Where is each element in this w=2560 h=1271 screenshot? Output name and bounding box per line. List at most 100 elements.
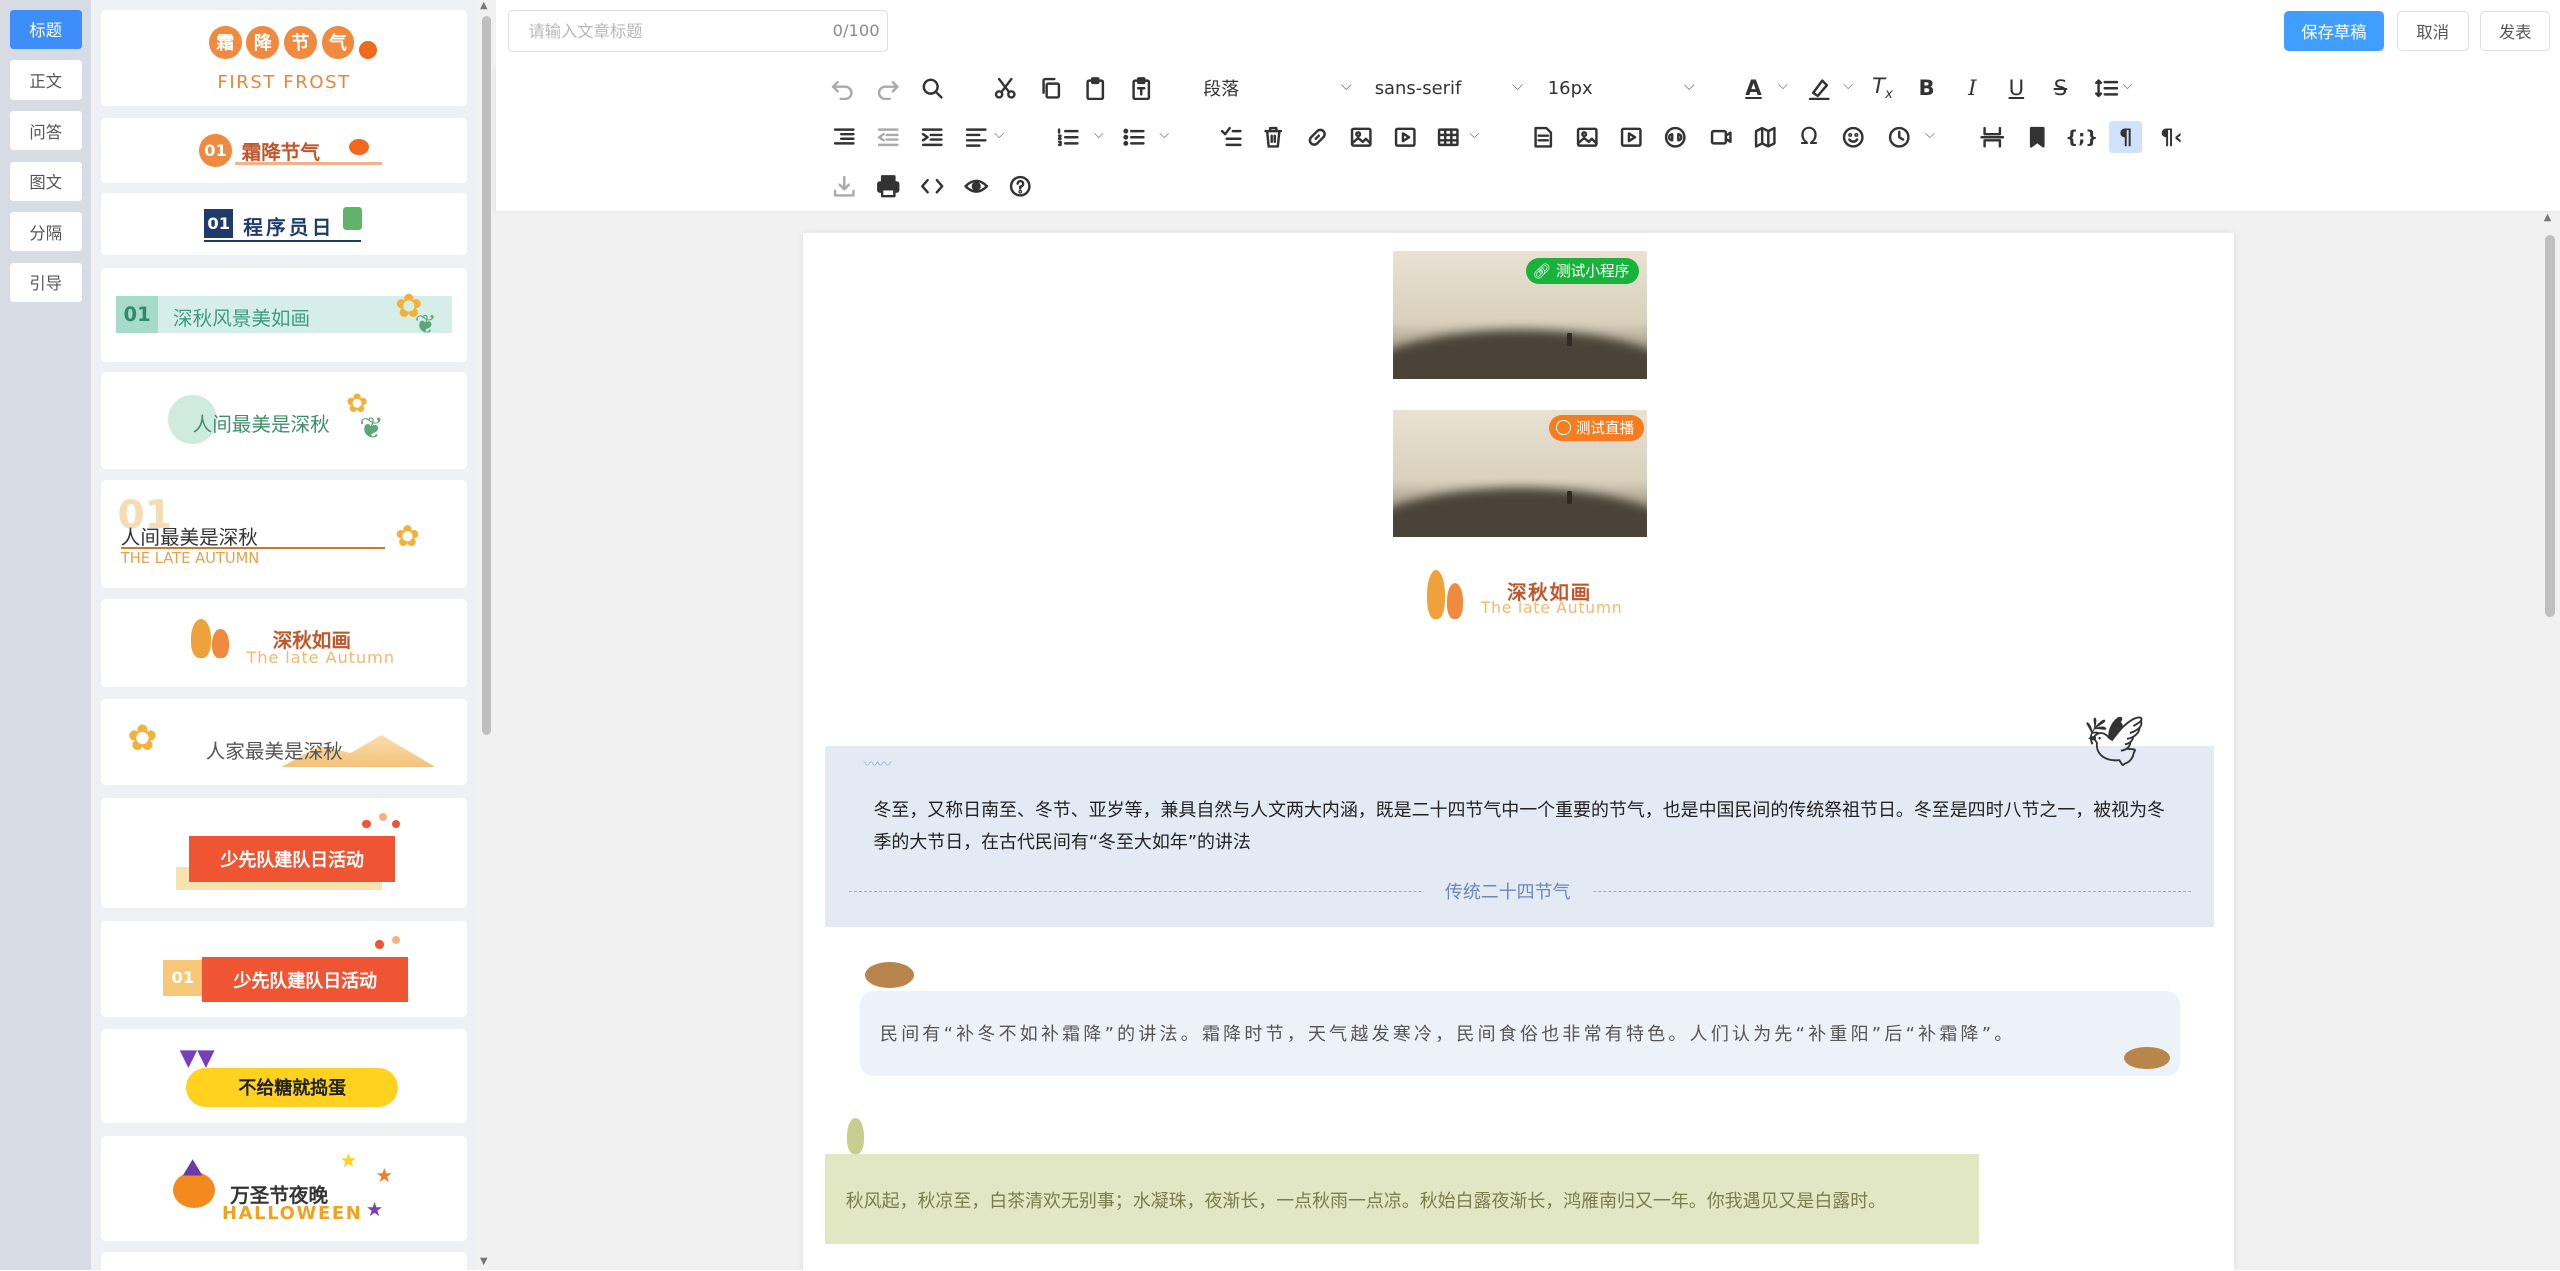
insert-template-icon[interactable] (1527, 121, 1560, 154)
source-code-icon[interactable] (916, 170, 949, 203)
template-late-autumn-numbered[interactable]: 01 人间最美是深秋 THE LATE AUTUMN ✿ (101, 480, 467, 588)
save-draft-button[interactable]: 保存草稿 (2284, 11, 2384, 51)
category-qa[interactable]: 问答 (9, 111, 82, 151)
template-autumn-painting[interactable]: 深秋如画 The late Autumn (101, 599, 467, 688)
template-trick-or-treat[interactable]: 不给糖就捣蛋 ▼▼ (101, 1028, 467, 1124)
text-color-icon[interactable]: A (1737, 72, 1770, 105)
video-icon[interactable] (1389, 121, 1422, 154)
cancel-button[interactable]: 取消 (2396, 11, 2469, 51)
cut-icon[interactable] (989, 72, 1022, 105)
template-scrollbar[interactable]: ▲ ▼ (476, 0, 497, 1271)
template-first-frost[interactable]: 霜 降 节 气 FIRST FROST (101, 9, 467, 107)
copy-icon[interactable] (1035, 72, 1068, 105)
template-frost-numbered[interactable]: 01 霜降节气 (101, 117, 467, 183)
quote-block[interactable]: 民间有“补冬不如补霜降”的讲法。霜降时节，天气越发寒冷，民间食俗也非常有特色。人… (860, 991, 2180, 1076)
chevron-down-icon[interactable]: ⌵ (994, 127, 1004, 142)
category-image-text[interactable]: 图文 (9, 161, 82, 201)
miniprogram-image[interactable]: 🔗︎ 测试小程序 (1392, 251, 1648, 379)
insert-miniprogram-icon[interactable] (1659, 121, 1692, 154)
chevron-down-icon[interactable]: ⌵ (2122, 78, 2132, 93)
redo-icon[interactable] (872, 72, 905, 105)
bullet-list-icon[interactable] (1118, 121, 1151, 154)
template-late-autumn-circle[interactable]: 人间最美是深秋 ✿ ❦ (101, 372, 467, 469)
highlight-color-icon[interactable] (1802, 72, 1835, 105)
undo-icon[interactable] (826, 72, 859, 105)
template-pioneers-day[interactable]: 少先队建队日活动 (101, 798, 467, 908)
crane-icon: 🕊︎ (2083, 713, 2146, 771)
image-icon[interactable] (1345, 121, 1378, 154)
page-break-icon[interactable] (1976, 121, 2009, 154)
persimmon-icon (349, 138, 369, 156)
insert-map-icon[interactable] (1749, 121, 1782, 154)
paste-text-icon[interactable] (1125, 72, 1158, 105)
indent-first-line-icon[interactable] (828, 121, 861, 154)
template-programmer-day[interactable]: 01 程序员日 (101, 192, 467, 255)
line-height-icon[interactable] (2090, 72, 2123, 105)
insert-live-icon[interactable] (1705, 121, 1738, 154)
category-divider[interactable]: 分隔 (9, 212, 82, 252)
clear-format-icon[interactable]: Tx (1866, 72, 1899, 105)
help-icon[interactable] (1004, 170, 1037, 203)
indent-icon[interactable] (916, 121, 949, 154)
search-icon[interactable] (916, 72, 949, 105)
editor-toolbar: 段落 ⌵ sans-serif ⌵ 16px ⌵ A ⌵ ⌵ Tx B I U S ⌵… (496, 62, 2560, 213)
star-icon: ★ (339, 1149, 358, 1173)
paste-icon[interactable] (1079, 72, 1112, 105)
table-icon[interactable] (1432, 121, 1465, 154)
category-guide[interactable]: 引导 (9, 262, 82, 303)
delete-icon[interactable] (1257, 121, 1290, 154)
ginkgo-leaf-icon: ✿ (395, 519, 420, 554)
editor-scrollbar[interactable]: ▲ (2540, 212, 2560, 1271)
template-halloween[interactable]: 万圣节夜晚 HALLOWEEN ★ ★ ★ (101, 1136, 467, 1241)
code-sample-icon[interactable]: {;} (2065, 121, 2098, 154)
tree-icon (212, 628, 229, 658)
play-circle-icon (1555, 420, 1571, 436)
chevron-down-icon[interactable]: ⌵ (1778, 78, 1788, 93)
template-autumn-scenery[interactable]: 01 深秋风景美如画 ✿ ❦ (101, 267, 467, 363)
block-format-select[interactable]: 段落 ⌵ (1195, 72, 1358, 105)
ltr-direction-icon[interactable]: ¶ (2109, 120, 2143, 154)
datetime-icon[interactable] (1882, 121, 1915, 154)
cloud-decoration: 〰〰 (863, 755, 892, 773)
title-input[interactable] (507, 9, 889, 53)
category-title[interactable]: 标题 (9, 9, 82, 49)
link-icon[interactable] (1301, 121, 1334, 154)
underline-icon[interactable]: U (2000, 72, 2033, 105)
category-body[interactable]: 正文 (9, 60, 82, 100)
checklist-icon[interactable] (1215, 121, 1248, 154)
special-character-icon[interactable]: Ω (1793, 121, 1826, 154)
document-body[interactable]: 🔗︎ 测试小程序 测试直播 深秋如画 The late Autumn 〰〰 冬至… (803, 233, 2234, 1271)
preview-icon[interactable] (960, 170, 993, 203)
tree-icon (191, 618, 211, 658)
live-image[interactable]: 测试直播 (1392, 409, 1648, 538)
chevron-down-icon[interactable]: ⌵ (1925, 127, 1935, 142)
intro-block[interactable]: 〰〰 冬至，又称日南至、冬节、亚岁等，兼具自然与人文两大内涵，既是二十四节气中一… (824, 746, 2214, 928)
font-size-select[interactable]: 16px ⌵ (1538, 72, 1701, 105)
bold-icon[interactable]: B (1910, 72, 1943, 105)
rtl-direction-icon[interactable]: ¶‹ (2155, 121, 2188, 154)
outdent-icon[interactable] (872, 121, 905, 154)
poem-block[interactable]: 秋风起，秋凉至，白茶清欢无别事；水凝珠，夜渐长，一点秋雨一点凉。秋始白露夜渐长，… (824, 1154, 1979, 1245)
chevron-down-icon[interactable]: ⌵ (1469, 127, 1479, 142)
template-subtitle: HALLOWEEN (222, 1203, 363, 1225)
chevron-down-icon[interactable]: ⌵ (1843, 78, 1853, 93)
strikethrough-icon[interactable]: S (2044, 72, 2077, 105)
template-next[interactable] (101, 1252, 467, 1271)
chevron-down-icon[interactable]: ⌵ (1094, 127, 1104, 142)
font-family-select[interactable]: sans-serif ⌵ (1367, 72, 1530, 105)
insert-video-icon[interactable] (1615, 121, 1648, 154)
italic-icon[interactable]: I (1956, 72, 1989, 105)
template-pioneers-day-numbered[interactable]: 01 少先队建队日活动 (101, 920, 467, 1018)
insert-image-icon[interactable] (1571, 121, 1604, 154)
chevron-down-icon[interactable]: ⌵ (1159, 127, 1169, 142)
title-char-count: 0/100 (832, 20, 880, 40)
emoji-icon[interactable] (1837, 121, 1870, 154)
numbered-list-icon[interactable] (1051, 121, 1084, 154)
align-left-icon[interactable] (960, 121, 993, 154)
bookmark-icon[interactable] (2021, 121, 2054, 154)
print-icon[interactable] (872, 170, 905, 203)
download-icon[interactable] (828, 170, 861, 203)
top-bar: 0/100 保存草稿 取消 发表 (496, 0, 2560, 63)
template-home-autumn[interactable]: ✿ 人家最美是深秋 (101, 698, 467, 786)
publish-button[interactable]: 发表 (2480, 11, 2551, 51)
